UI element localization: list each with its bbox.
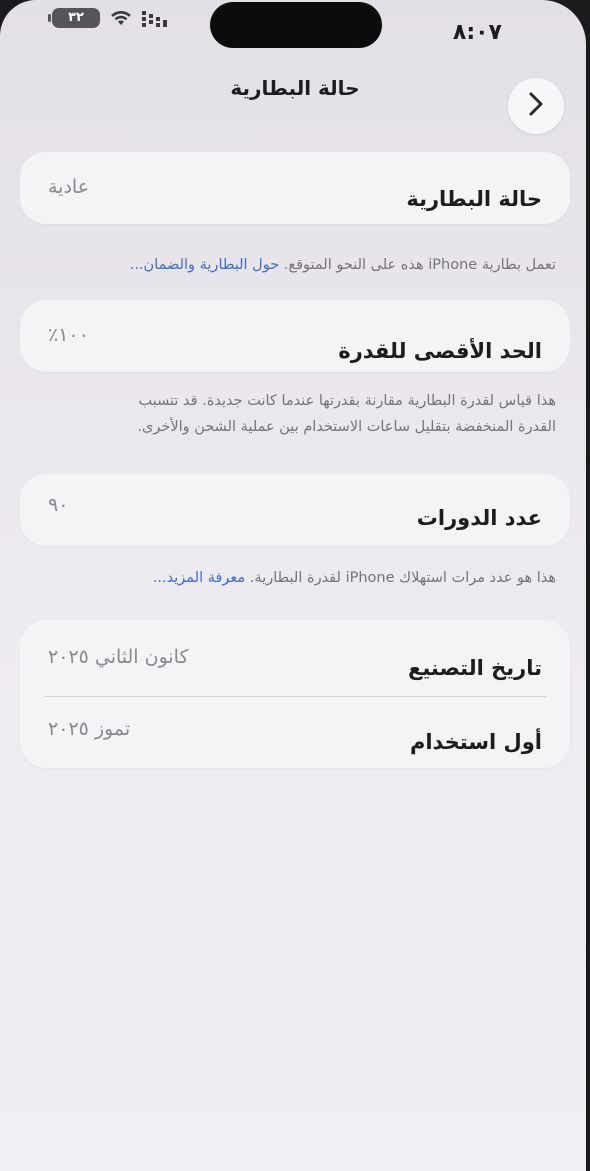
cycle-count-footnote: هذا هو عدد مرات استهلاك iPhone لقدرة الب…	[52, 565, 556, 591]
manufacture-date-label: تاريخ التصنيع	[407, 656, 542, 680]
page-title: حالة البطارية	[230, 76, 360, 100]
cycle-count-value: ٩٠	[48, 494, 69, 516]
wifi-icon	[110, 9, 132, 27]
first-use-label: أول استخدام	[409, 730, 542, 754]
manufacture-date-row: تاريخ التصنيع كانون الثاني ٢٠٢٥	[20, 620, 570, 692]
cycle-count-label: عدد الدورات	[416, 506, 542, 530]
dynamic-island	[210, 2, 382, 48]
back-button[interactable]	[508, 78, 564, 134]
battery-health-footnote: تعمل بطارية iPhone هذه على النحو المتوقع…	[52, 252, 556, 278]
battery-health-footnote-text: تعمل بطارية iPhone هذه على النحو المتوقع…	[279, 257, 556, 273]
manufacture-date-value: كانون الثاني ٢٠٢٥	[48, 646, 189, 668]
maximum-capacity-footnote-line2: القدرة المنخفضة بتقليل ساعات الاستخدام ب…	[137, 419, 556, 435]
battery-health-card[interactable]: حالة البطارية عادية	[20, 152, 570, 224]
cycle-count-card: عدد الدورات ٩٠	[20, 474, 570, 546]
status-icons: ٣٢	[48, 8, 172, 28]
status-time: ٨:٠٧	[452, 20, 502, 45]
maximum-capacity-value: ٪١٠٠	[48, 324, 89, 346]
signal-icon	[142, 9, 172, 27]
battery-icon: ٣٢	[48, 8, 100, 28]
maximum-capacity-label: الحد الأقصى للقدرة	[338, 339, 542, 363]
chevron-right-icon	[528, 91, 544, 121]
battery-level: ٣٢	[68, 10, 84, 25]
battery-warranty-link[interactable]: حول البطارية والضمان...	[130, 257, 279, 273]
battery-health-value: عادية	[48, 176, 90, 198]
maximum-capacity-footnote-line1: هذا قياس لقدرة البطارية مقارنة بقدرتها ع…	[138, 393, 556, 409]
maximum-capacity-card: الحد الأقصى للقدرة ٪١٠٠	[20, 300, 570, 372]
learn-more-link[interactable]: معرفة المزيد...	[153, 570, 245, 586]
cycle-count-footnote-text: هذا هو عدد مرات استهلاك iPhone لقدرة الب…	[245, 570, 556, 586]
first-use-value: تموز ٢٠٢٥	[48, 718, 131, 740]
dates-card: تاريخ التصنيع كانون الثاني ٢٠٢٥ أول استخ…	[20, 620, 570, 768]
first-use-row: أول استخدام تموز ٢٠٢٥	[20, 692, 570, 764]
battery-health-screen: ٣٢ ٨:٠٧ حالة البطارية حالة البطارية عادي…	[0, 0, 586, 1171]
maximum-capacity-footnote: هذا قياس لقدرة البطارية مقارنة بقدرتها ع…	[40, 388, 556, 440]
battery-health-label: حالة البطارية	[406, 187, 542, 211]
